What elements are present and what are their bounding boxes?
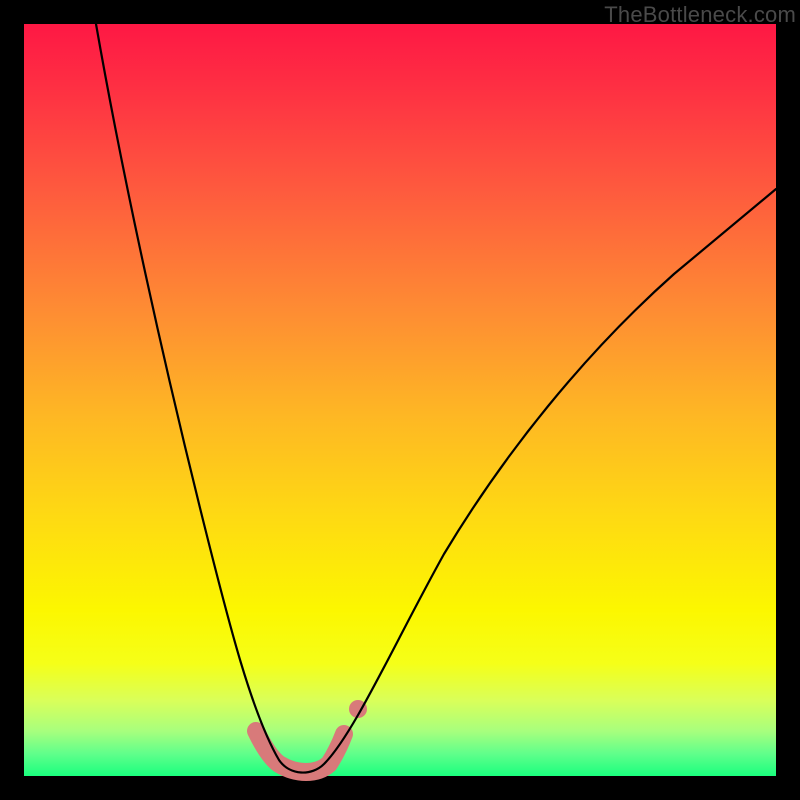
trough-highlight — [256, 731, 344, 772]
chart-frame — [24, 24, 776, 776]
watermark-text: TheBottleneck.com — [604, 2, 796, 28]
bottleneck-curve-svg — [24, 24, 776, 776]
bottleneck-curve-path — [96, 24, 776, 773]
